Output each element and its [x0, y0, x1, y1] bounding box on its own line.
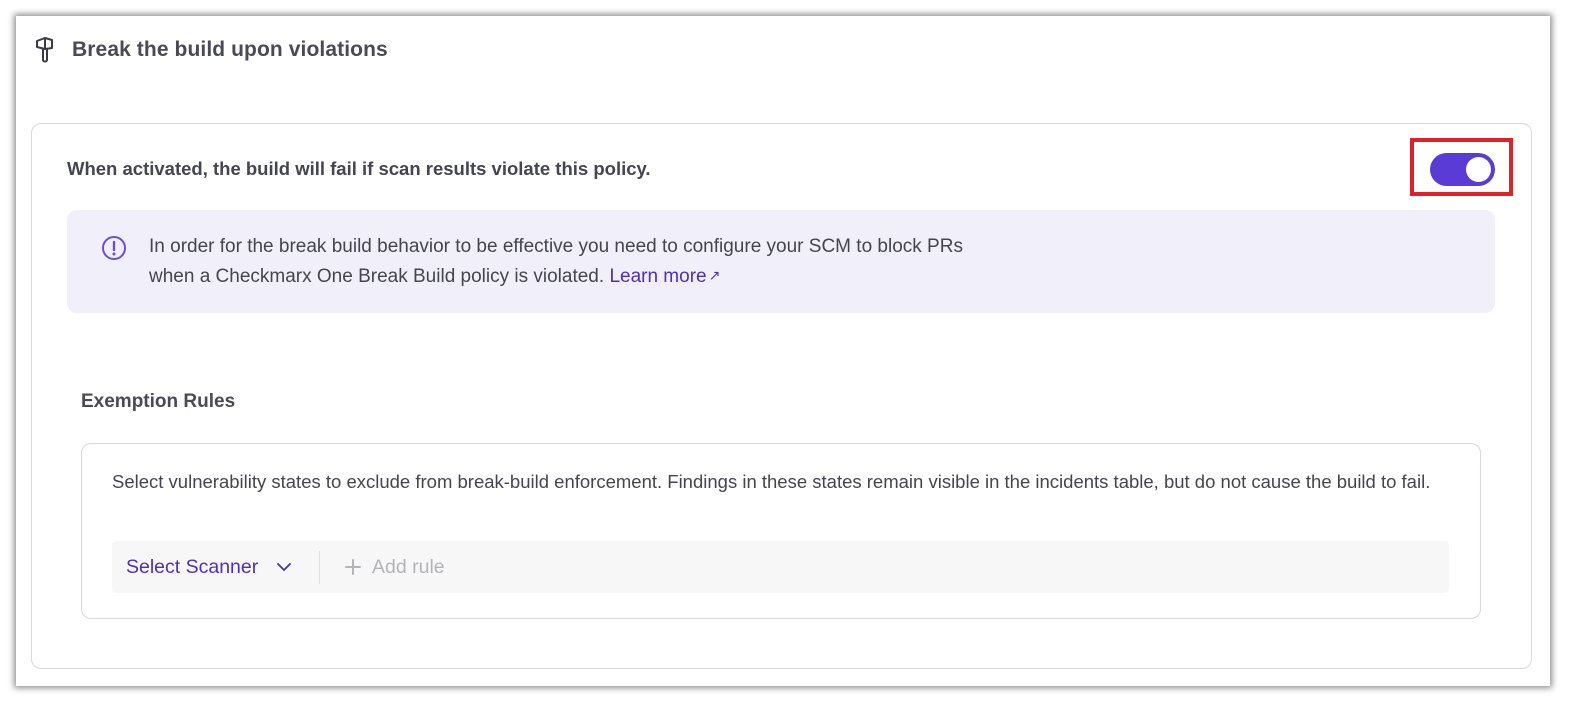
add-rule-label[interactable]: Add rule — [372, 556, 445, 579]
section-title: Break the build upon violations — [72, 38, 388, 61]
info-text-line1: In order for the break build behavior to… — [149, 236, 963, 257]
exemption-description: Select vulnerability states to exclude f… — [112, 471, 1431, 492]
toggle-knob — [1466, 157, 1491, 182]
select-scanner-label[interactable]: Select Scanner — [126, 556, 258, 579]
policy-panel: Break the build upon violations When act… — [16, 16, 1550, 686]
info-text-line2: when a Checkmarx One Break Build policy … — [149, 266, 605, 287]
break-build-toggle[interactable] — [1430, 153, 1495, 186]
section-header: Break the build upon violations — [34, 36, 388, 64]
learn-more-link[interactable]: Learn more ↗ — [609, 266, 720, 287]
activation-description: When activated, the build will fail if s… — [67, 158, 651, 179]
add-rule-button[interactable]: Add rule — [344, 541, 445, 593]
learn-more-label[interactable]: Learn more — [609, 266, 706, 287]
plus-icon[interactable] — [344, 558, 362, 576]
break-build-card: When activated, the build will fail if s… — [31, 123, 1532, 669]
info-banner: In order for the break build behavior to… — [67, 210, 1495, 313]
chevron-down-icon[interactable] — [276, 559, 292, 575]
exemption-rules-title: Exemption Rules — [81, 391, 236, 412]
divider — [319, 551, 320, 584]
exemption-rules-box: Select vulnerability states to exclude f… — [81, 443, 1481, 619]
hammer-icon — [36, 37, 53, 63]
external-link-icon[interactable]: ↗ — [709, 267, 721, 283]
info-icon — [102, 236, 126, 260]
select-scanner-dropdown[interactable]: Select Scanner — [126, 541, 292, 593]
info-text: In order for the break build behavior to… — [149, 233, 1109, 291]
rule-bar: Select Scanner Add rule — [112, 541, 1449, 593]
